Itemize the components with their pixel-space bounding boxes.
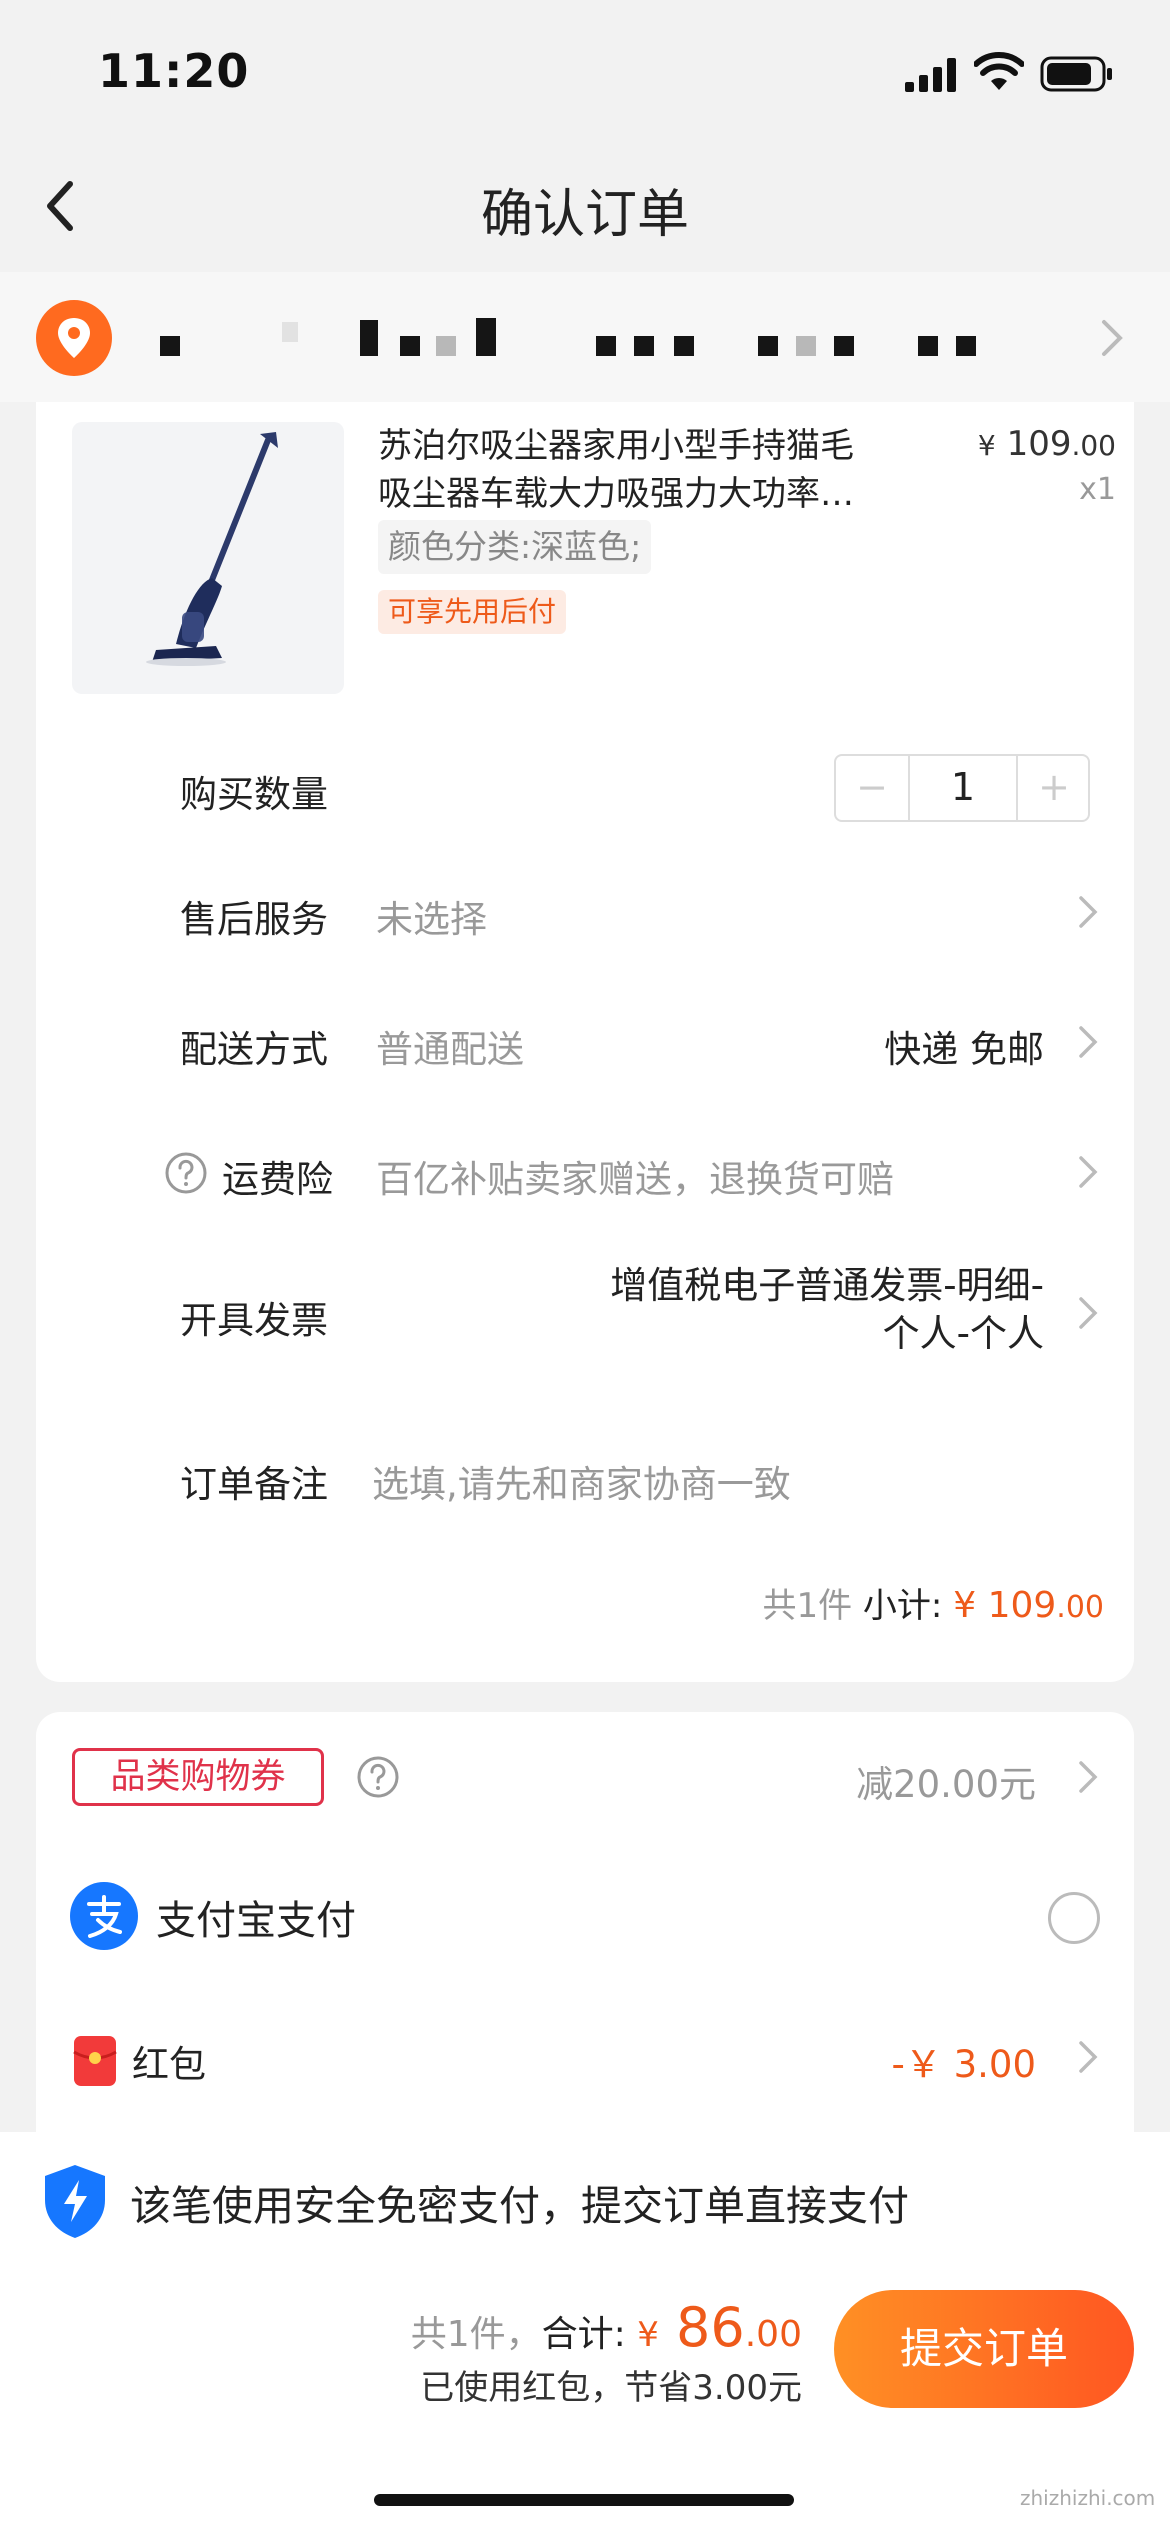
- redacted-address-block: [634, 336, 654, 356]
- remark-label: 订单备注: [180, 1463, 328, 1506]
- status-time: 11:20: [98, 44, 250, 98]
- redacted-address-block: [918, 336, 938, 356]
- chevron-right-icon: [1079, 896, 1098, 928]
- product-name-line2: 吸尘器车载大力吸强力大功率…: [378, 474, 854, 514]
- invoice-line1: 增值税电子普通发票-明细-: [610, 1264, 1044, 1307]
- chevron-right-icon: [1079, 1026, 1098, 1058]
- freight-insurance-row[interactable]: 运费险 百亿补贴卖家赠送，退换货可赔: [36, 1137, 1134, 1207]
- chevron-right-icon: [1102, 320, 1123, 356]
- total-int: 86: [676, 2296, 745, 2359]
- price-symbol: ¥: [977, 429, 996, 462]
- remark-row[interactable]: 订单备注 选填,请先和商家协商一致: [36, 1442, 1134, 1512]
- signal-icon: [905, 58, 956, 92]
- total-count: 共1件，: [410, 2314, 542, 2355]
- delivery-fee: 快递 免邮: [884, 1028, 1044, 1071]
- subtotal-label: 小计:: [862, 1586, 943, 1626]
- quantity-label: 购买数量: [180, 773, 328, 816]
- alipay-radio[interactable]: [1048, 1892, 1100, 1944]
- product-name[interactable]: 苏泊尔吸尘器家用小型手持猫毛 吸尘器车载大力吸强力大功率…: [378, 422, 918, 518]
- freight-insurance-value: 百亿补贴卖家赠送，退换货可赔: [376, 1158, 894, 1201]
- redacted-address-block: [400, 336, 420, 356]
- total-label: 合计:: [541, 2314, 626, 2355]
- chevron-right-icon: [1079, 1297, 1098, 1329]
- redacted-address-block: [834, 336, 854, 356]
- total-dec: .00: [744, 2314, 802, 2355]
- redacted-address-block: [436, 336, 456, 356]
- pay-later-badge: 可享先用后付: [378, 590, 567, 634]
- total-amount: ¥ 86.00: [637, 2296, 802, 2359]
- subtotal: 共1件 小计: ¥ 109.00: [762, 1578, 1104, 1627]
- freight-insurance-label: 运费险: [222, 1158, 333, 1201]
- address-bar[interactable]: [0, 272, 1170, 402]
- location-pin-icon: [36, 300, 112, 376]
- after-sale-label: 售后服务: [180, 898, 328, 941]
- redacted-address-block: [360, 320, 378, 356]
- alipay-icon: [70, 1882, 138, 1950]
- quantity-value[interactable]: 1: [910, 756, 1016, 820]
- order-card: 苏泊尔吸尘器家用小型手持猫毛 吸尘器车载大力吸强力大功率… ¥ 109.00 x…: [36, 402, 1134, 1682]
- product-price: ¥ 109.00: [956, 424, 1116, 464]
- home-indicator[interactable]: [374, 2494, 794, 2506]
- subtotal-int: 109: [987, 1585, 1057, 1626]
- invoice-line2: 个人-个人: [882, 1312, 1044, 1355]
- chevron-right-icon: [1079, 2041, 1098, 2073]
- subtotal-dec: .00: [1056, 1590, 1104, 1625]
- watermark: zhizhizhi.com: [1020, 2486, 1156, 2510]
- invoice-value: 增值税电子普通发票-明细- 个人-个人: [610, 1262, 1044, 1358]
- decrease-button[interactable]: −: [836, 756, 910, 820]
- savings-note: 已使用红包，节省3.00元: [420, 2368, 802, 2408]
- total-line: 共1件，合计: ¥ 86.00: [411, 2296, 802, 2359]
- price-dec: .00: [1071, 429, 1116, 462]
- help-icon[interactable]: [356, 1755, 400, 1799]
- delivery-row[interactable]: 配送方式 普通配送 快递 免邮: [36, 1007, 1134, 1077]
- redacted-address-block: [674, 336, 694, 356]
- chevron-right-icon: [1079, 1761, 1098, 1793]
- invoice-label: 开具发票: [180, 1299, 328, 1342]
- total-symbol: ¥: [637, 2315, 659, 2355]
- coupon-badge[interactable]: 品类购物券: [72, 1748, 324, 1806]
- delivery-value: 普通配送: [376, 1028, 524, 1071]
- page-title: 确认订单: [480, 185, 689, 245]
- redacted-address-block: [758, 336, 778, 356]
- wifi-icon: [974, 52, 1024, 90]
- quantity-stepper[interactable]: − 1 +: [834, 754, 1090, 822]
- secure-pay-message: 该笔使用安全免密支付，提交订单直接支付: [130, 2182, 909, 2230]
- checkout-bar: 该笔使用安全免密支付，提交订单直接支付 共1件，合计: ¥ 86.00 已使用红…: [0, 2132, 1170, 2532]
- price-int: 109: [1006, 424, 1072, 464]
- redacted-address-block: [160, 336, 180, 356]
- after-sale-value: 未选择: [376, 898, 487, 941]
- shield-icon: [45, 2165, 105, 2238]
- nav-bar: 确认订单: [0, 150, 1170, 272]
- product-spec: 颜色分类:深蓝色;: [378, 520, 652, 574]
- red-packet-value[interactable]: -￥ 3.00: [892, 2034, 1037, 2088]
- vacuum-image: [146, 432, 278, 666]
- subtotal-amount: ¥ 109.00: [953, 1585, 1104, 1626]
- help-icon[interactable]: [164, 1151, 208, 1195]
- redacted-address-block: [476, 318, 496, 356]
- alipay-label[interactable]: 支付宝支付: [156, 1888, 356, 1946]
- coupon-value[interactable]: 减20.00元: [856, 1754, 1036, 1808]
- remark-input[interactable]: 选填,请先和商家协商一致: [372, 1454, 791, 1508]
- product-image[interactable]: [72, 422, 344, 694]
- product-qty: x1: [1079, 472, 1116, 507]
- red-packet-icon: [73, 2036, 117, 2086]
- product-name-line1: 苏泊尔吸尘器家用小型手持猫毛: [378, 426, 854, 466]
- redacted-address-block: [796, 336, 816, 356]
- subtotal-count: 共1件: [762, 1586, 853, 1626]
- submit-order-button[interactable]: 提交订单: [834, 2290, 1134, 2408]
- payment-card: 品类购物券 减20.00元 支付宝支付 红包 -￥ 3.00: [36, 1712, 1134, 2132]
- increase-button[interactable]: +: [1016, 756, 1090, 820]
- redacted-address-block: [596, 336, 616, 356]
- red-packet-label[interactable]: 红包: [132, 2034, 206, 2088]
- chevron-right-icon: [1079, 1156, 1098, 1188]
- delivery-label: 配送方式: [180, 1028, 328, 1071]
- status-bar: 11:20: [0, 0, 1170, 150]
- battery-icon: [1040, 56, 1112, 92]
- redacted-address-block: [282, 322, 298, 342]
- invoice-row[interactable]: 开具发票 增值税电子普通发票-明细- 个人-个人: [36, 1262, 1134, 1362]
- redacted-address-block: [956, 336, 976, 356]
- subtotal-symbol: ¥: [953, 1585, 977, 1626]
- after-sale-row[interactable]: 售后服务 未选择: [36, 877, 1134, 947]
